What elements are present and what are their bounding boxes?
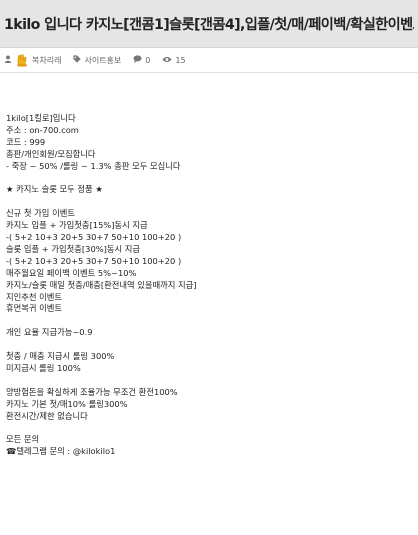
body-line: 주소 : on-700.com	[6, 124, 79, 135]
body-line: 미지급시 롤링 100%	[6, 362, 81, 373]
body-line: 카지노/슬롯 매일 첫충/매충[환전내역 있을때까지 지급]	[6, 279, 197, 290]
body-line: 신규 첫 가입 이벤트	[6, 208, 75, 219]
view-count-value: 15	[175, 55, 186, 65]
eye-icon	[162, 56, 172, 65]
body-line: 카지노 입플 + 가입첫충[15%]동시 지급	[6, 220, 148, 231]
comment-count: 0	[133, 55, 150, 65]
author-name: 복차리레	[32, 55, 62, 65]
body-line: ☎텔레그램 문의 : @kilokilo1	[6, 446, 116, 457]
comment-count-value: 0	[145, 55, 151, 65]
body-line: 양방험돈을 확실하게 조율가능 무조건 환전100%	[6, 386, 178, 397]
body-line: 지인추천 이벤트	[6, 291, 63, 302]
comment-icon	[133, 55, 142, 65]
body-line: 총판/개인회원/모집합니다	[6, 148, 96, 159]
post-body: 1kilo[1킬로]입니다 주소 : on-700.com 코드 : 999 총…	[0, 73, 418, 458]
avatar	[15, 53, 29, 67]
category-info[interactable]: 사이트홍보	[73, 55, 121, 66]
body-line: -( 5+2 10+3 20+5 30+7 50+10 100+20 )	[6, 232, 182, 243]
body-line: ★ 카지노 슬롯 모두 정품 ★	[6, 184, 103, 195]
post-title: 1kilo 입니다 카지노[갠콤1]슬롯[갠콤4],입플/첫/매/페이백/확실한…	[4, 16, 414, 33]
body-line: 1kilo[1킬로]입니다	[6, 113, 76, 123]
body-line: 모든 문의	[6, 434, 40, 445]
body-line: 코드 : 999	[6, 136, 46, 147]
body-line: 카지노 기본 첫/매10% 롤링300%	[6, 398, 128, 409]
author-info[interactable]: 복차리레	[4, 53, 61, 67]
body-line: - 죽장 ~ 50% /롤링 ~ 1.3% 총판 모두 모십니다	[6, 160, 181, 171]
user-icon	[4, 55, 12, 65]
body-line: -( 5+2 10+3 20+5 30+7 50+10 100+20 )	[6, 255, 182, 266]
body-line: 휴먼복귀 이벤트	[6, 303, 63, 314]
body-line: 환전시간/제한 없습니다	[6, 410, 88, 421]
body-line: 첫충 / 매충 지급시 롤링 300%	[6, 351, 115, 362]
post-title-bar: 1kilo 입니다 카지노[갠콤1]슬롯[갠콤4],입플/첫/매/페이백/확실한…	[0, 0, 418, 48]
post-meta-bar: 복차리레 사이트홍보 0 15	[0, 48, 418, 73]
body-line: 매주월요일 페이백 이벤트 5%~10%	[6, 267, 137, 278]
body-line: 슬롯 입플 + 가입첫충[30%]동시 지급	[6, 243, 141, 254]
tag-icon	[73, 55, 82, 65]
view-count: 15	[162, 55, 186, 65]
body-line: 개인 요율 지급가능~0.9	[6, 327, 93, 338]
category-label: 사이트홍보	[84, 55, 122, 65]
